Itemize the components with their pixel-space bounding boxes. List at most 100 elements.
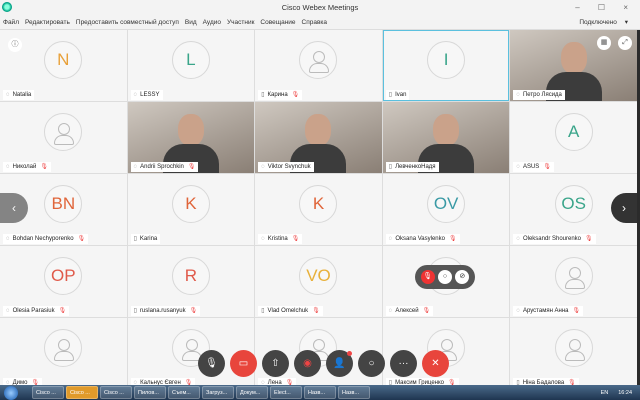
participant-name: Bohdan Nechyporenko <box>12 236 74 242</box>
share-button[interactable]: ⇧ <box>262 350 289 377</box>
participant-label: ◌ Алексей 🎙 <box>385 306 434 316</box>
menu-item[interactable]: Аудио <box>203 19 221 26</box>
participant-tile[interactable]: ▯ Ніна Бадалова 🎙 <box>510 318 637 389</box>
more-button[interactable]: ··· <box>390 350 417 377</box>
audio-device-icon: ◌ <box>516 164 520 170</box>
participant-label: ◌ LESSY <box>130 90 163 100</box>
participant-tile[interactable]: ◌ Andrii Sprochkin 🎙 <box>127 102 255 173</box>
participant-tile[interactable]: R ▯ ruslana.rusanyuk 🎙 <box>127 246 255 317</box>
participant-name: Vlad Omelchuk <box>267 308 309 314</box>
window-controls[interactable]: – ☐ × <box>575 0 636 16</box>
stop-video-icon[interactable]: ⊘ <box>455 270 470 284</box>
mute-participant-icon[interactable]: 🎙 <box>420 270 435 284</box>
muted-mic-icon: 🎙 <box>189 308 198 314</box>
muted-mic-icon: 🎙 <box>40 164 48 170</box>
menu-item[interactable]: Участник <box>227 19 254 26</box>
chat-button[interactable]: ○ <box>358 350 385 377</box>
participant-tile[interactable]: OV ◌ Oksana Vasylenko 🎙 <box>382 174 510 245</box>
participant-tile[interactable]: ◌ Арустамян Анна 🎙 <box>510 246 637 317</box>
avatar: A <box>554 113 593 151</box>
taskbar-item[interactable]: Докум... <box>236 386 268 399</box>
taskbar-item[interactable]: Назв... <box>338 386 370 399</box>
start-button[interactable] <box>4 385 18 400</box>
mobile-device-icon: ▯ <box>388 164 393 170</box>
participants-button[interactable]: 👤 <box>326 350 353 377</box>
info-icon[interactable]: ⓘ <box>8 38 22 52</box>
participant-label: ◌ Арустамян Анна 🎙 <box>513 306 584 316</box>
taskbar-item[interactable]: Cisco ... <box>100 386 132 399</box>
window-title: Cisco Webex Meetings <box>281 3 359 12</box>
participant-tile[interactable]: ◌ Николай 🎙 <box>0 102 127 173</box>
taskbar-item[interactable]: Cisco ... <box>66 386 98 399</box>
participant-tile[interactable]: ◌ Viktor Svynchuk <box>255 102 382 173</box>
default-avatar-icon <box>299 41 338 79</box>
next-page-button[interactable]: › <box>611 193 637 223</box>
participant-name: Николай <box>12 164 37 170</box>
taskbar-item[interactable]: Съем... <box>168 386 200 399</box>
taskbar-item[interactable]: Cisco ... <box>32 386 64 399</box>
participant-label: ◌ Natalia <box>3 90 35 100</box>
participant-tile[interactable]: OP ◌ Olesia Parasiuk 🎙 <box>0 246 127 317</box>
mobile-device-icon: ▯ <box>261 308 265 314</box>
avatar: BN <box>44 185 83 223</box>
participant-tile[interactable]: ▯ ЛевченкоНадя <box>382 102 510 173</box>
menu-bar: Файл Редактировать Предоставить совместный… <box>0 16 640 30</box>
participant-tile[interactable]: K ◌ Kristina 🎙 <box>255 174 382 245</box>
taskbar-item[interactable]: Пилов... <box>134 386 166 399</box>
muted-mic-icon: 🎙 <box>422 308 431 314</box>
taskbar-item[interactable]: Загруз... <box>202 386 234 399</box>
participant-tile[interactable]: L ◌ LESSY <box>127 30 255 101</box>
participant-label: ▯ ruslana.rusanyuk 🎙 <box>130 306 201 316</box>
popout-icon[interactable]: ⤢ <box>618 36 632 50</box>
participant-name: Oksana Vasylenko <box>395 236 445 242</box>
participant-tile[interactable]: VO ▯ Vlad Omelchuk 🎙 <box>255 246 382 317</box>
clock[interactable]: 16:24 <box>618 390 632 396</box>
participant-tile[interactable]: ◌ Димо 🎙 <box>0 318 127 389</box>
system-tray: EN 16:24 <box>601 390 632 396</box>
participant-tile[interactable]: K ▯ Karina <box>127 174 255 245</box>
menu-item[interactable]: Редактировать <box>25 19 70 26</box>
title-bar: Cisco Webex Meetings – ☐ × <box>0 0 640 16</box>
audio-device-icon: ◌ <box>133 92 138 98</box>
video-button[interactable]: ▭ <box>230 350 257 377</box>
avatar: I <box>427 41 466 79</box>
audio-device-icon: ◌ <box>133 164 138 170</box>
participant-tile[interactable]: ▯ Карина 🎙 <box>255 30 382 101</box>
participant-name: Карина <box>267 92 288 98</box>
participant-tile[interactable]: A ◌ ASUS 🎙 <box>510 102 637 173</box>
default-avatar-icon <box>554 329 593 367</box>
avatar: K <box>171 185 210 223</box>
video-feed <box>305 114 332 146</box>
taskbar-item[interactable]: Назв... <box>304 386 336 399</box>
avatar: OV <box>427 185 466 223</box>
participant-name: Арустамян Анна <box>522 308 569 314</box>
menu-item[interactable]: Вид <box>185 19 197 26</box>
mute-button[interactable]: 🎙 <box>198 350 225 377</box>
language-indicator[interactable]: EN <box>601 390 609 396</box>
muted-mic-icon: 🎙 <box>572 308 581 314</box>
grid-view-icon[interactable]: ▦ <box>597 36 611 50</box>
menu-item[interactable]: Совещание <box>260 19 295 26</box>
menu-item[interactable]: Справка <box>302 19 328 26</box>
audio-device-icon: ◌ <box>6 236 10 242</box>
audio-device-icon: ◌ <box>388 308 393 314</box>
audio-device-icon: ◌ <box>261 236 265 242</box>
participant-label: ▯ ЛевченкоНадя <box>385 162 439 172</box>
participant-label: ◌ ASUS 🎙 <box>513 162 554 172</box>
muted-mic-icon: 🎙 <box>291 92 300 98</box>
participant-name: Karina <box>139 236 158 242</box>
leave-button[interactable]: ✕ <box>422 350 449 377</box>
menu-item[interactable]: Предоставить совместный доступ <box>76 19 179 26</box>
connection-status[interactable]: Подключено ▾ <box>579 16 628 30</box>
record-button[interactable]: ◉ <box>294 350 321 377</box>
chat-participant-icon[interactable]: ○ <box>437 270 452 284</box>
meeting-controls: 🎙 ▭ ⇧ ◉ 👤 ○ ··· ✕ <box>198 350 449 377</box>
taskbar-item[interactable]: Elect... <box>270 386 302 399</box>
participant-name: ruslana.rusanyuk <box>139 308 186 314</box>
participant-tile[interactable]: I ▯ Ivan <box>382 30 510 101</box>
default-avatar-icon <box>554 257 593 295</box>
audio-device-icon: ◌ <box>6 164 10 170</box>
audio-device-icon: ◌ <box>6 92 10 98</box>
menu-item[interactable]: Файл <box>3 19 19 26</box>
participant-grid: N ◌ Natalia L ◌ LESSY ▯ Карина 🎙 I ▯ Ivan ◌ Петро Ляс… <box>0 30 637 389</box>
